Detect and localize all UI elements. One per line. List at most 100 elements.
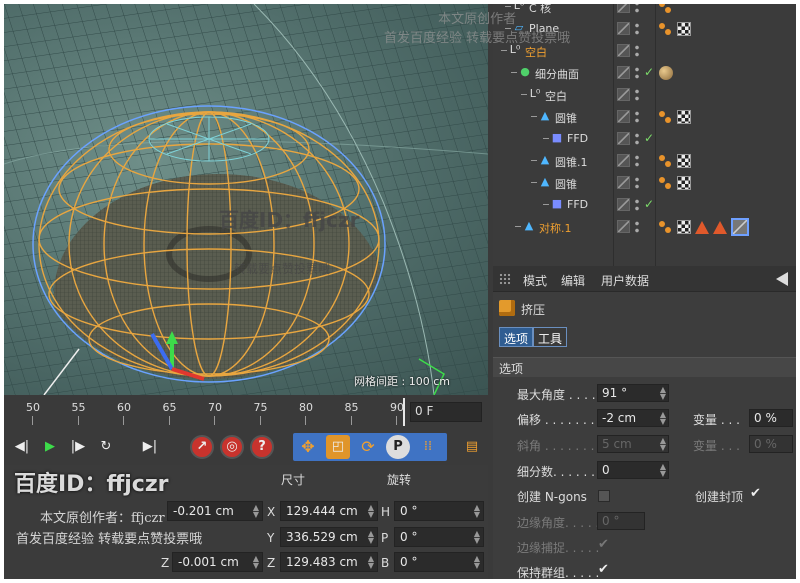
visibility-dots-icon[interactable] <box>635 88 639 102</box>
object-row[interactable]: ▲ 圆锥.1 <box>493 150 796 172</box>
pla-key-icon[interactable]: ⁞⁞ <box>416 435 440 459</box>
object-manager[interactable]: L⁰ C 核 ▱ Plane L⁰ 空白 ● 细分曲面 ✓ L⁰ 空白 ▲ 圆锥 ■ FFD ✓ ▲ 圆锥.1 ▲ 圆… <box>493 4 796 266</box>
rotate-key-icon[interactable]: ⟳ <box>356 435 380 459</box>
visibility-dots-icon[interactable] <box>635 198 639 212</box>
object-name[interactable]: Plane <box>529 22 559 35</box>
visibility-dots-icon[interactable] <box>635 110 639 124</box>
timeline-ruler[interactable]: 50 55 60 65 70 75 80 85 90 0 F <box>4 398 488 428</box>
create-caps-checkbox[interactable]: ✔ <box>750 486 761 501</box>
menu-edit[interactable]: 编辑 <box>561 272 585 289</box>
menu-mode[interactable]: 模式 <box>523 272 547 289</box>
layer-icon[interactable] <box>617 66 630 79</box>
layer-icon[interactable] <box>617 44 630 57</box>
visibility-dots-icon[interactable] <box>635 220 639 234</box>
param-key-icon[interactable]: P <box>386 435 410 459</box>
texture-tag-icon[interactable] <box>677 154 691 168</box>
object-name[interactable]: 圆锥 <box>555 176 577 192</box>
layer-icon[interactable] <box>617 176 630 189</box>
back-arrow-icon[interactable] <box>776 272 788 286</box>
menu-user-data[interactable]: 用户数据 <box>601 272 649 289</box>
playhead[interactable] <box>403 398 405 426</box>
object-name[interactable]: C 核 <box>529 4 551 16</box>
offset-field[interactable]: -2 cm ▲ ▼ <box>597 409 669 427</box>
object-name[interactable]: 空白 <box>525 44 547 60</box>
layer-icon[interactable] <box>617 88 630 101</box>
layer-icon[interactable] <box>617 4 630 13</box>
object-row[interactable]: L⁰ 空白 <box>493 40 796 62</box>
texture-tag-icon[interactable] <box>677 176 691 190</box>
phong-tag-icon[interactable] <box>659 110 673 124</box>
object-row[interactable]: ▲ 圆锥 <box>493 106 796 128</box>
phong-tag-icon[interactable] <box>659 154 673 168</box>
selection-tag-icon[interactable] <box>695 220 709 234</box>
object-row[interactable]: ▲ 圆锥 <box>493 172 796 194</box>
rotation-p-field[interactable]: 0 ° ▲ ▼ <box>394 527 484 547</box>
visibility-dots-icon[interactable] <box>635 176 639 190</box>
grip-icon[interactable] <box>499 273 511 285</box>
current-frame-field[interactable]: 0 F <box>410 402 482 422</box>
move-key-icon[interactable]: ✥ <box>296 435 320 459</box>
object-row[interactable]: ● 细分曲面 ✓ <box>493 62 796 84</box>
material-tag-icon[interactable] <box>659 66 673 80</box>
scale-key-icon[interactable]: ◰ <box>326 435 350 459</box>
visibility-dots-icon[interactable] <box>635 22 639 36</box>
phong-tag-icon[interactable] <box>659 4 673 14</box>
variation-field[interactable]: 0 % <box>749 409 793 427</box>
visibility-dots-icon[interactable] <box>635 44 639 58</box>
object-row[interactable]: ■ FFD ✓ <box>493 194 796 216</box>
object-row[interactable]: ▲ 对称.1 <box>493 216 796 238</box>
object-row[interactable]: L⁰ 空白 <box>493 84 796 106</box>
create-ngons-checkbox[interactable] <box>598 490 610 502</box>
texture-tag-icon[interactable] <box>677 110 691 124</box>
texture-tag-icon[interactable] <box>677 22 691 36</box>
layer-icon[interactable] <box>617 110 630 123</box>
layer-icon[interactable] <box>617 154 630 167</box>
object-name[interactable]: 细分曲面 <box>535 66 579 82</box>
layer-icon[interactable] <box>617 220 630 233</box>
tab-options[interactable]: 选项 <box>499 327 534 347</box>
phong-tag-icon[interactable] <box>659 220 673 234</box>
position-x-field[interactable]: -0.201 cm ▲ ▼ <box>167 501 263 521</box>
section-header[interactable]: 选项 <box>493 357 796 377</box>
enabled-check-icon[interactable]: ✓ <box>644 131 654 145</box>
size-z-field[interactable]: 129.483 cm ▲ ▼ <box>280 552 378 572</box>
layer-icon[interactable] <box>617 22 630 35</box>
rotation-h-field[interactable]: 0 ° ▲ ▼ <box>394 501 484 521</box>
phong-tag-icon[interactable] <box>659 176 673 190</box>
layer-icon[interactable] <box>617 132 630 145</box>
rotation-b-field[interactable]: 0 ° ▲ ▼ <box>394 552 484 572</box>
object-name[interactable]: 空白 <box>545 88 567 104</box>
selection-tag-icon[interactable] <box>713 220 727 234</box>
visibility-dots-icon[interactable] <box>635 132 639 146</box>
object-name[interactable]: 圆锥 <box>555 110 577 126</box>
object-row[interactable]: ▱ Plane <box>493 18 796 40</box>
object-name[interactable]: FFD <box>567 198 588 211</box>
size-y-field[interactable]: 336.529 cm ▲ ▼ <box>280 527 378 547</box>
subdivision-field[interactable]: 0 ▲ ▼ <box>597 461 669 479</box>
object-row[interactable]: ■ FFD ✓ <box>493 128 796 150</box>
help-key-icon[interactable]: ? <box>250 435 274 459</box>
max-angle-field[interactable]: 91 ° ▲ ▼ <box>597 384 669 402</box>
3d-viewport[interactable]: 网格间距 : 100 cm <box>4 4 488 395</box>
autokey-icon[interactable]: ◎ <box>220 435 244 459</box>
visibility-dots-icon[interactable] <box>635 154 639 168</box>
record-key-icon[interactable]: ↗ <box>190 435 214 459</box>
object-name[interactable]: 对称.1 <box>539 220 572 236</box>
restriction-tag-icon[interactable] <box>731 218 749 236</box>
goto-end-icon[interactable]: ▶| <box>138 435 162 459</box>
texture-tag-icon[interactable] <box>677 220 691 234</box>
object-name[interactable]: 圆锥.1 <box>555 154 588 170</box>
tab-tools[interactable]: 工具 <box>533 327 568 347</box>
enabled-check-icon[interactable]: ✓ <box>644 65 654 79</box>
timeline-window-icon[interactable]: ▤ <box>460 435 484 459</box>
step-back-icon[interactable]: ◀| <box>10 435 34 459</box>
position-z-field[interactable]: -0.001 cm ▲ ▼ <box>172 552 263 572</box>
preserve-groups-checkbox[interactable]: ✔ <box>598 562 609 577</box>
play-icon[interactable]: ▶ <box>38 435 62 459</box>
size-x-field[interactable]: 129.444 cm ▲ ▼ <box>280 501 378 521</box>
step-forward-icon[interactable]: |▶ <box>66 435 90 459</box>
layer-icon[interactable] <box>617 198 630 211</box>
visibility-dots-icon[interactable] <box>635 4 639 14</box>
visibility-dots-icon[interactable] <box>635 66 639 80</box>
enabled-check-icon[interactable]: ✓ <box>644 197 654 211</box>
